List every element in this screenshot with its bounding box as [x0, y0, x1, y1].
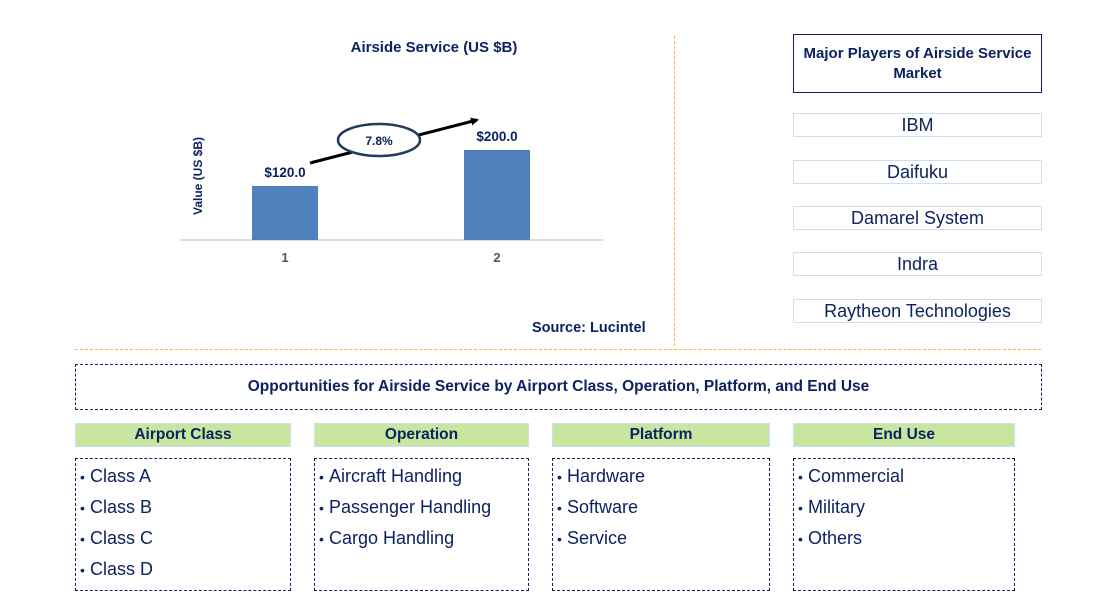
opportunities-title: Opportunities for Airside Service by Air…	[75, 364, 1042, 410]
bullet-icon: •	[80, 469, 85, 485]
category-header-operation: Operation	[314, 423, 529, 447]
category-list-airport-class: • Class A • Class B • Class C • Class D	[75, 458, 291, 591]
data-label: $200.0	[476, 129, 517, 144]
data-label: $120.0	[264, 165, 305, 180]
bar-2	[464, 150, 530, 240]
list-item: • Others	[794, 523, 1014, 554]
player-box: Daifuku	[793, 160, 1042, 184]
vertical-divider	[674, 36, 675, 346]
horizontal-divider	[75, 349, 1041, 350]
bullet-icon: •	[319, 500, 324, 516]
y-axis-label: Value (US $B)	[191, 137, 205, 215]
category-list-platform: • Hardware • Software • Service	[552, 458, 770, 591]
bar-chart: Airside Service (US $B) Value (US $B) $1…	[180, 39, 603, 265]
list-item: • Class C	[76, 523, 290, 554]
chart-title: Airside Service (US $B)	[351, 39, 518, 56]
bar-1	[252, 186, 318, 240]
bullet-icon: •	[798, 531, 803, 547]
list-item: • Class A	[76, 461, 290, 492]
list-item: • Hardware	[553, 461, 769, 492]
bullet-icon: •	[798, 500, 803, 516]
list-item: • Military	[794, 492, 1014, 523]
list-item: • Passenger Handling	[315, 492, 528, 523]
player-box: Damarel System	[793, 206, 1042, 230]
bullet-icon: •	[557, 500, 562, 516]
list-item: • Class B	[76, 492, 290, 523]
list-item: • Class D	[76, 554, 290, 585]
bullet-icon: •	[557, 469, 562, 485]
bullet-icon: •	[80, 562, 85, 578]
bullet-icon: •	[319, 531, 324, 547]
bullet-icon: •	[80, 531, 85, 547]
category-header-airport-class: Airport Class	[75, 423, 291, 447]
list-item: • Cargo Handling	[315, 523, 528, 554]
player-box: Indra	[793, 252, 1042, 276]
player-box: Raytheon Technologies	[793, 299, 1042, 323]
list-item: • Commercial	[794, 461, 1014, 492]
bullet-icon: •	[319, 469, 324, 485]
list-item: • Aircraft Handling	[315, 461, 528, 492]
bullet-icon: •	[80, 500, 85, 516]
category-header-end-use: End Use	[793, 423, 1015, 447]
major-players-title: Major Players of Airside Service Market	[793, 34, 1042, 93]
x-tick-label: 1	[281, 250, 288, 265]
category-list-operation: • Aircraft Handling • Passenger Handling •…	[314, 458, 529, 591]
bullet-icon: •	[798, 469, 803, 485]
list-item: • Service	[553, 523, 769, 554]
category-header-platform: Platform	[552, 423, 770, 447]
x-tick-label: 2	[493, 250, 500, 265]
category-list-end-use: • Commercial • Military • Others	[793, 458, 1015, 591]
list-item: • Software	[553, 492, 769, 523]
bullet-icon: •	[557, 531, 562, 547]
cagr-label: 7.8%	[365, 134, 393, 148]
player-box: IBM	[793, 113, 1042, 137]
source-note: Source: Lucintel	[532, 320, 646, 336]
